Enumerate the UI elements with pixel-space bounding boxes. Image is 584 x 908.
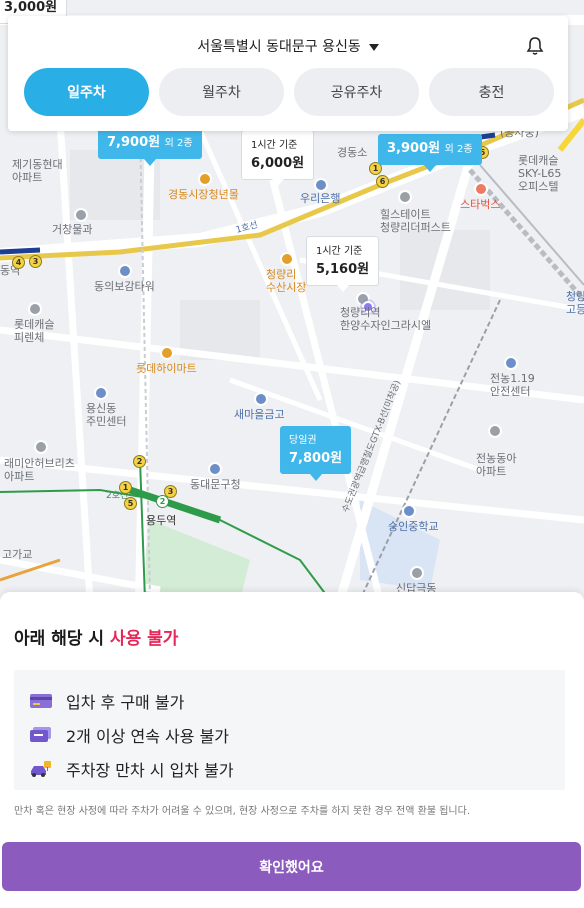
parking-type-tabs: 일주차 월주차 공유주차 충전 — [24, 68, 554, 116]
parking-price-tag[interactable]: 7,900원 외 2종 — [98, 128, 202, 166]
map-pin-icon — [410, 566, 424, 580]
map-label-starbucks: 스타벅스 — [460, 198, 501, 211]
map-label-lottecastle: 롯데캐슬 피렌체 — [14, 318, 55, 344]
location-label: 서울특별시 동대문구 용신동 — [197, 39, 361, 55]
map-pin-icon — [488, 424, 502, 438]
subway-line-badge: 6 — [376, 175, 389, 188]
subway-line-badge: 1 — [119, 481, 132, 494]
subway-line-badge: 4 — [12, 256, 25, 269]
rules-list: 입차 후 구매 불가 2개 이상 연속 사용 불가 주차장 만차 시 입차 불가 — [14, 670, 565, 790]
parking-price-tag[interactable]: 3,900원 외 2종 — [378, 134, 482, 172]
map-pin-icon — [504, 356, 518, 370]
chevron-down-icon — [368, 43, 379, 51]
credit-card-icon — [30, 694, 52, 708]
map-pin-icon — [94, 386, 108, 400]
map-label-jeonnong-apt: 전농동아 아파트 — [476, 452, 517, 478]
map-label-sungin-school: 숭인중학교 — [388, 520, 439, 533]
tab-daily[interactable]: 일주차 — [24, 68, 149, 116]
list-item: 주차장 만차 시 입차 불가 — [30, 752, 549, 786]
map-pin-icon — [254, 392, 268, 406]
map-pin-icon — [398, 190, 412, 204]
map-pin-icon — [314, 178, 328, 192]
subway-line-badge: 2 — [133, 455, 146, 468]
map-label-lottecastle-sky: 롯데캐슬 SKY-L65 오피스텔 — [518, 154, 562, 193]
subway-line-badge: 2 — [156, 495, 169, 508]
parking-price-tag[interactable]: 당일권 7,800원 — [280, 426, 352, 481]
subway-line-badge: 5 — [124, 497, 137, 510]
parking-price-tag[interactable]: 1시간 기준 5,160원 — [306, 236, 380, 292]
map-label-donguibogam: 동의보감타워 — [94, 280, 155, 293]
map-pin-icon — [28, 302, 42, 316]
map-label-himart: 롯데하이마트 — [136, 362, 197, 375]
map-pin-icon — [474, 182, 488, 196]
header-card: 서울특별시 동대문구 용신동 일주차 월주차 공유주차 충전 — [8, 16, 568, 131]
map-label-yongsin: 용신동 주민센터 — [86, 402, 127, 428]
map-pin-icon — [402, 504, 416, 518]
parking-price-tag[interactable]: 1시간 기준 6,000원 — [241, 130, 315, 186]
map-pin-icon — [208, 462, 222, 476]
tab-charging[interactable]: 충전 — [429, 68, 554, 116]
tab-shared[interactable]: 공유주차 — [294, 68, 419, 116]
refund-note: 만차 혹은 현장 사정에 따라 주차가 어려울 수 있으며, 현장 사정으로 주… — [14, 806, 470, 817]
map-label-yongdu-station: 용두역 — [146, 514, 177, 527]
confirm-button[interactable]: 확인했어요 — [2, 842, 581, 891]
map-pin-icon — [198, 172, 212, 186]
map-label-gogagyo: 고가교 — [2, 548, 33, 561]
tab-monthly[interactable]: 월주차 — [159, 68, 284, 116]
map-label-woori-bank: 우리은행 — [300, 192, 341, 205]
map-label-raemian: 래미안허브리츠 아파트 — [4, 457, 75, 483]
map-label-saemaeul: 새마을금고 — [234, 408, 285, 421]
map-label-gu-office: 동대문구청 — [190, 478, 241, 491]
map-label-gyeongdong-market: 경동시장청년몰 — [168, 188, 239, 201]
map-label-fire-center: 전농1.19 안전센터 — [490, 372, 535, 398]
location-selector[interactable]: 서울특별시 동대문구 용신동 — [8, 36, 568, 56]
subway-line-badge: 3 — [29, 255, 42, 268]
bell-icon[interactable] — [526, 36, 544, 56]
car-parking-icon — [31, 761, 51, 777]
map-pin-icon — [118, 264, 132, 278]
map-pin-icon — [34, 440, 48, 454]
map-label-hillstate: 힐스테이트 청량리더퍼스트 — [380, 208, 451, 234]
restriction-sheet: 아래 해당 시 사용 불가 입차 후 구매 불가 2개 이상 연속 사용 불가 — [0, 592, 584, 908]
sheet-title: 아래 해당 시 사용 불가 — [14, 629, 179, 649]
map-pin-icon — [160, 346, 174, 360]
map-label-cheongnyang-high: 청량 고등 — [566, 290, 584, 316]
map-label-cheongnyangni-fish: 청량리 수산시장 — [266, 268, 307, 294]
map-pin-icon — [74, 208, 88, 222]
map-pin-icon — [280, 252, 294, 266]
map-label-geochang: 거창물과 — [52, 223, 93, 236]
ticket-icon — [30, 727, 51, 742]
map-label-hanyang: 청량리역 한양수자인그라시엘 — [340, 306, 432, 332]
list-item: 입차 후 구매 불가 — [30, 684, 549, 718]
map-label-gyeongdong: 경동소 — [337, 146, 368, 159]
list-item: 2개 이상 연속 사용 불가 — [30, 718, 549, 752]
map-label-jegi: 제기동현대 아파트 — [12, 158, 63, 184]
